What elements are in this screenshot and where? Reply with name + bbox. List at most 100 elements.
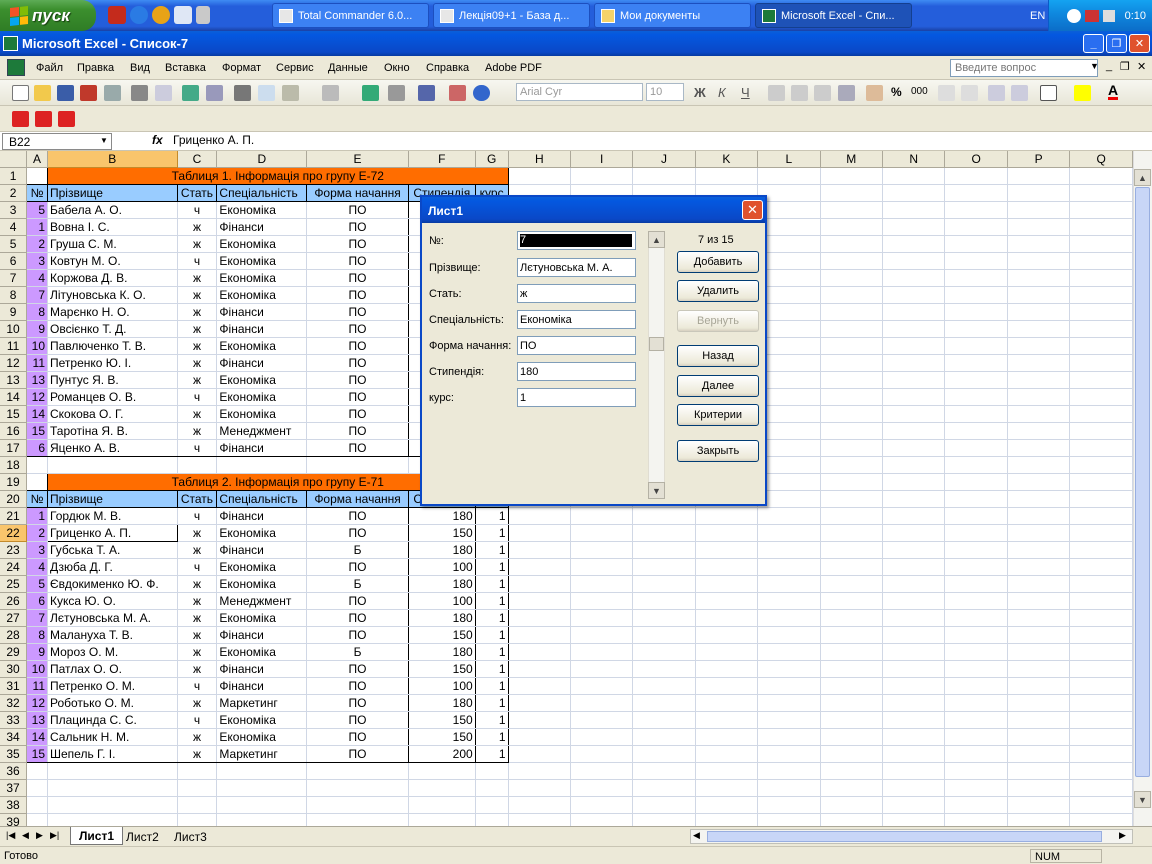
empty-cell[interactable]	[944, 796, 1008, 814]
empty-cell[interactable]	[882, 541, 946, 559]
empty-cell[interactable]	[1069, 354, 1133, 372]
empty-cell[interactable]	[1069, 643, 1133, 661]
cell-specialty[interactable]: Економіка	[216, 575, 308, 593]
empty-cell[interactable]	[1069, 184, 1133, 202]
cell-gender[interactable]: ч	[176, 252, 218, 270]
ask-dropdown-icon[interactable]: ▼	[1090, 61, 1099, 71]
cell-specialty[interactable]: Фінанси	[216, 320, 308, 338]
empty-cell[interactable]	[306, 456, 409, 474]
empty-cell[interactable]	[882, 745, 946, 763]
row-header-31[interactable]: 31	[0, 677, 28, 695]
empty-cell[interactable]	[47, 779, 178, 797]
cell-gender[interactable]: ч	[176, 507, 218, 525]
cell-study-form[interactable]: ПО	[306, 235, 409, 253]
menu-data[interactable]: Данные	[328, 62, 368, 74]
cell-number[interactable]: 12	[26, 388, 48, 406]
scroll-up-icon[interactable]: ▲	[1134, 169, 1151, 186]
cell-gender[interactable]: ж	[176, 745, 218, 763]
empty-cell[interactable]	[508, 779, 572, 797]
empty-cell[interactable]	[1069, 303, 1133, 321]
empty-cell[interactable]	[882, 779, 946, 797]
cell-number[interactable]: 3	[26, 252, 48, 270]
empty-cell[interactable]	[1007, 439, 1071, 457]
empty-cell[interactable]	[1069, 286, 1133, 304]
empty-cell[interactable]	[570, 711, 634, 729]
empty-cell[interactable]	[408, 813, 476, 826]
empty-cell[interactable]	[882, 626, 946, 644]
cell-course[interactable]: 1	[475, 745, 509, 763]
cell-gender[interactable]: ж	[176, 626, 218, 644]
cell-number[interactable]: 8	[26, 626, 48, 644]
cell-course[interactable]: 1	[475, 541, 509, 559]
undo-icon[interactable]	[322, 85, 339, 101]
empty-cell[interactable]	[1069, 405, 1133, 423]
cell-gender[interactable]: ж	[176, 218, 218, 236]
empty-cell[interactable]	[570, 524, 634, 542]
empty-cell[interactable]	[882, 575, 946, 593]
empty-cell[interactable]	[944, 575, 1008, 593]
empty-cell[interactable]	[632, 694, 696, 712]
cell-gender[interactable]: ч	[176, 677, 218, 695]
empty-cell[interactable]	[632, 167, 696, 185]
empty-cell[interactable]	[1007, 643, 1071, 661]
cell-study-form[interactable]: ПО	[306, 524, 409, 542]
row-header-18[interactable]: 18	[0, 456, 28, 474]
column-header-i[interactable]: I	[570, 151, 634, 168]
cell-specialty[interactable]: Економіка	[216, 558, 308, 576]
increase-decimal-icon[interactable]	[938, 85, 955, 101]
empty-cell[interactable]	[570, 507, 634, 525]
increase-indent-icon[interactable]	[1011, 85, 1028, 101]
row-header-6[interactable]: 6	[0, 252, 28, 270]
cell-stipend[interactable]: 180	[408, 541, 476, 559]
empty-cell[interactable]	[820, 320, 884, 338]
cell-specialty[interactable]: Економіка	[216, 711, 308, 729]
column-header-j[interactable]: J	[632, 151, 696, 168]
empty-cell[interactable]	[1007, 507, 1071, 525]
cell-gender[interactable]: ж	[176, 660, 218, 678]
field-course-input[interactable]: 1	[517, 388, 636, 407]
cell-surname[interactable]: Романцев О. В.	[47, 388, 178, 406]
cell-surname[interactable]: Вовна І. С.	[47, 218, 178, 236]
empty-cell[interactable]	[508, 507, 572, 525]
empty-cell[interactable]	[882, 728, 946, 746]
empty-cell[interactable]	[26, 813, 48, 826]
empty-cell[interactable]	[1007, 796, 1071, 814]
empty-cell[interactable]	[820, 405, 884, 423]
column-header-b[interactable]: B	[47, 151, 178, 168]
cell-course[interactable]: 1	[475, 524, 509, 542]
empty-cell[interactable]	[632, 643, 696, 661]
empty-cell[interactable]	[570, 813, 634, 826]
cell-gender[interactable]: ж	[176, 405, 218, 423]
empty-cell[interactable]	[944, 762, 1008, 780]
sheet-tab-1[interactable]: Лист1	[70, 827, 124, 845]
start-button[interactable]: пуск	[0, 0, 96, 31]
cell-gender[interactable]: ж	[176, 592, 218, 610]
cell-gender[interactable]: ж	[176, 422, 218, 440]
scroll-up-icon[interactable]: ▲	[648, 231, 665, 248]
empty-cell[interactable]	[1069, 575, 1133, 593]
row-header-21[interactable]: 21	[0, 507, 28, 525]
decrease-decimal-icon[interactable]	[961, 85, 978, 101]
cell-a1[interactable]	[26, 167, 48, 185]
align-left-icon[interactable]	[768, 85, 785, 101]
empty-cell[interactable]	[944, 320, 1008, 338]
empty-cell[interactable]	[820, 558, 884, 576]
empty-cell[interactable]	[1007, 711, 1071, 729]
empty-cell[interactable]	[820, 167, 884, 185]
empty-cell[interactable]	[882, 609, 946, 627]
cell-study-form[interactable]: ПО	[306, 745, 409, 763]
cell-course[interactable]: 1	[475, 575, 509, 593]
empty-cell[interactable]	[695, 677, 759, 695]
open-icon[interactable]	[34, 85, 51, 101]
column-header-o[interactable]: O	[944, 151, 1008, 168]
empty-cell[interactable]	[944, 184, 1008, 202]
empty-cell[interactable]	[944, 405, 1008, 423]
cell-specialty[interactable]: Економіка	[216, 235, 308, 253]
empty-cell[interactable]	[1007, 745, 1071, 763]
empty-cell[interactable]	[882, 592, 946, 610]
empty-cell[interactable]	[1007, 575, 1071, 593]
cell-stipend[interactable]: 150	[408, 524, 476, 542]
task-excel[interactable]: Microsoft Excel - Спи...	[755, 3, 912, 28]
empty-cell[interactable]	[47, 813, 178, 826]
cell-specialty[interactable]: Економіка	[216, 337, 308, 355]
